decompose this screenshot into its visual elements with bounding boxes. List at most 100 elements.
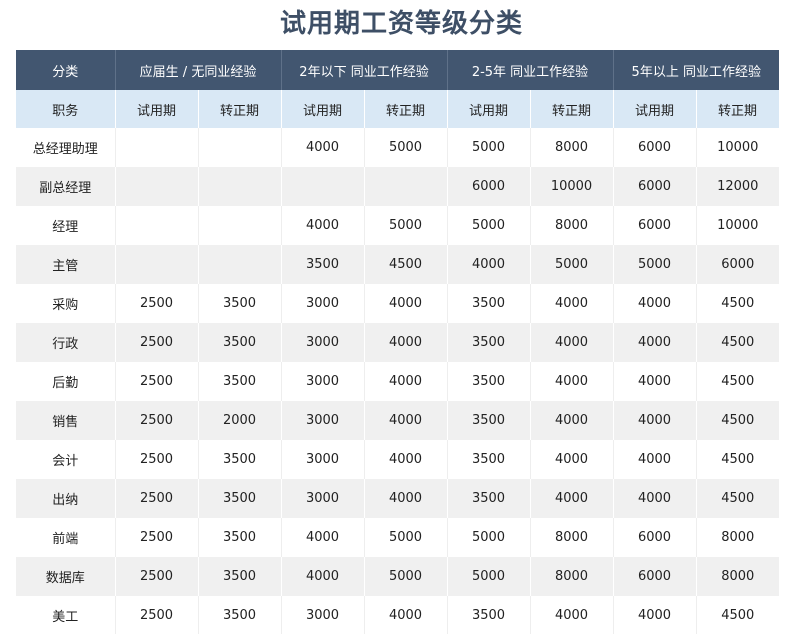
table-row: 行政 2500 3500 3000 4000 3500 4000 4000 4500 bbox=[16, 323, 779, 362]
salary-cell: 4000 bbox=[364, 362, 448, 401]
salary-cell: 2500 bbox=[115, 323, 199, 362]
salary-cell: 5000 bbox=[447, 128, 531, 167]
salary-cell bbox=[115, 167, 199, 206]
salary-cell: 2500 bbox=[115, 362, 199, 401]
salary-cell: 3500 bbox=[447, 401, 531, 440]
salary-cell: 8000 bbox=[530, 206, 614, 245]
table-row: 主管 3500 4500 4000 5000 5000 6000 bbox=[16, 245, 779, 284]
salary-cell: 4000 bbox=[530, 362, 614, 401]
role-cell: 主管 bbox=[16, 245, 116, 284]
salary-cell: 6000 bbox=[613, 557, 697, 596]
spreadsheet-page: 试用期工资等级分类 分类 应届生 / 无同业经验 2年以下 同业工作经验 2-5… bbox=[0, 0, 803, 634]
salary-cell: 4500 bbox=[696, 362, 779, 401]
salary-cell: 4000 bbox=[613, 440, 697, 479]
salary-cell: 4000 bbox=[364, 596, 448, 634]
table-row: 采购 2500 3500 3000 4000 3500 4000 4000 4500 bbox=[16, 284, 779, 323]
page-title: 试用期工资等级分类 bbox=[279, 9, 523, 39]
subheader-regular: 转正期 bbox=[696, 90, 780, 128]
salary-cell: 4000 bbox=[364, 323, 448, 362]
salary-cell: 3500 bbox=[447, 362, 531, 401]
salary-cell: 4000 bbox=[364, 401, 448, 440]
salary-cell: 4000 bbox=[364, 440, 448, 479]
salary-cell: 10000 bbox=[696, 206, 779, 245]
subheader-row: 职务 试用期 转正期 试用期 转正期 试用期 转正期 试用期 转正期 bbox=[16, 90, 780, 128]
salary-cell: 4000 bbox=[364, 479, 448, 518]
salary-cell bbox=[198, 245, 282, 284]
role-cell: 出纳 bbox=[16, 479, 116, 518]
role-cell: 采购 bbox=[16, 284, 116, 323]
salary-cell: 8000 bbox=[530, 518, 614, 557]
subheader-regular: 转正期 bbox=[198, 90, 282, 128]
salary-cell bbox=[198, 206, 282, 245]
salary-cell: 5000 bbox=[613, 245, 697, 284]
salary-cell: 3000 bbox=[281, 596, 365, 634]
salary-cell: 4000 bbox=[613, 362, 697, 401]
salary-cell: 3500 bbox=[198, 518, 282, 557]
salary-cell: 5000 bbox=[364, 206, 448, 245]
table-row: 美工 2500 3500 3000 4000 3500 4000 4000 4500 bbox=[16, 596, 779, 634]
salary-cell: 5000 bbox=[364, 518, 448, 557]
table-row: 经理 4000 5000 5000 8000 6000 10000 bbox=[16, 206, 779, 245]
salary-cell bbox=[198, 128, 282, 167]
salary-cell: 4000 bbox=[530, 284, 614, 323]
salary-cell: 4000 bbox=[530, 323, 614, 362]
salary-cell: 8000 bbox=[530, 557, 614, 596]
salary-cell: 8000 bbox=[530, 128, 614, 167]
role-cell: 会计 bbox=[16, 440, 116, 479]
salary-cell: 5000 bbox=[447, 206, 531, 245]
salary-cell: 4000 bbox=[613, 284, 697, 323]
table-row: 数据库 2500 3500 4000 5000 5000 8000 6000 8000 bbox=[16, 557, 779, 596]
salary-cell: 6000 bbox=[613, 128, 697, 167]
salary-cell: 4000 bbox=[530, 479, 614, 518]
table-row: 副总经理 6000 10000 6000 12000 bbox=[16, 167, 779, 206]
salary-cell: 2500 bbox=[115, 557, 199, 596]
header-group-under-2-years: 2年以下 同业工作经验 bbox=[281, 50, 448, 90]
salary-grade-table: 分类 应届生 / 无同业经验 2年以下 同业工作经验 2-5年 同业工作经验 5… bbox=[16, 50, 780, 634]
subheader-regular: 转正期 bbox=[364, 90, 448, 128]
role-cell: 数据库 bbox=[16, 557, 116, 596]
role-cell: 美工 bbox=[16, 596, 116, 634]
salary-cell: 10000 bbox=[530, 167, 614, 206]
salary-cell: 3500 bbox=[447, 284, 531, 323]
salary-cell: 3500 bbox=[198, 284, 282, 323]
salary-cell: 4000 bbox=[447, 245, 531, 284]
salary-cell: 4500 bbox=[696, 440, 779, 479]
salary-cell: 4000 bbox=[613, 323, 697, 362]
header-group-2-to-5-years: 2-5年 同业工作经验 bbox=[447, 50, 614, 90]
salary-cell: 3500 bbox=[198, 557, 282, 596]
subheader-probation: 试用期 bbox=[447, 90, 531, 128]
salary-cell: 4000 bbox=[530, 440, 614, 479]
salary-cell: 3500 bbox=[281, 245, 365, 284]
salary-cell: 3500 bbox=[198, 479, 282, 518]
salary-cell: 5000 bbox=[447, 557, 531, 596]
salary-cell: 6000 bbox=[613, 518, 697, 557]
salary-cell: 5000 bbox=[364, 557, 448, 596]
salary-cell: 6000 bbox=[696, 245, 779, 284]
header-group-fresh-graduate: 应届生 / 无同业经验 bbox=[115, 50, 282, 90]
salary-cell: 2000 bbox=[198, 401, 282, 440]
salary-cell: 3000 bbox=[281, 284, 365, 323]
role-cell: 后勤 bbox=[16, 362, 116, 401]
salary-cell: 3000 bbox=[281, 362, 365, 401]
salary-cell: 4500 bbox=[364, 245, 448, 284]
salary-cell bbox=[281, 167, 365, 206]
salary-cell: 2500 bbox=[115, 401, 199, 440]
salary-cell: 6000 bbox=[613, 206, 697, 245]
role-cell: 经理 bbox=[16, 206, 116, 245]
header-row: 分类 应届生 / 无同业经验 2年以下 同业工作经验 2-5年 同业工作经验 5… bbox=[16, 50, 779, 90]
salary-cell bbox=[198, 167, 282, 206]
table-row: 总经理助理 4000 5000 5000 8000 6000 10000 bbox=[16, 128, 779, 167]
salary-cell: 2500 bbox=[115, 518, 199, 557]
salary-cell: 12000 bbox=[696, 167, 779, 206]
salary-cell: 4500 bbox=[696, 284, 779, 323]
salary-cell bbox=[115, 128, 199, 167]
salary-cell: 6000 bbox=[613, 167, 697, 206]
subheader-position: 职务 bbox=[16, 90, 116, 128]
salary-cell: 5000 bbox=[530, 245, 614, 284]
salary-cell: 3500 bbox=[198, 440, 282, 479]
salary-cell: 4000 bbox=[281, 128, 365, 167]
salary-cell: 4500 bbox=[696, 596, 779, 634]
salary-cell bbox=[115, 206, 199, 245]
table-row: 前端 2500 3500 4000 5000 5000 8000 6000 8000 bbox=[16, 518, 779, 557]
salary-cell: 8000 bbox=[696, 518, 779, 557]
